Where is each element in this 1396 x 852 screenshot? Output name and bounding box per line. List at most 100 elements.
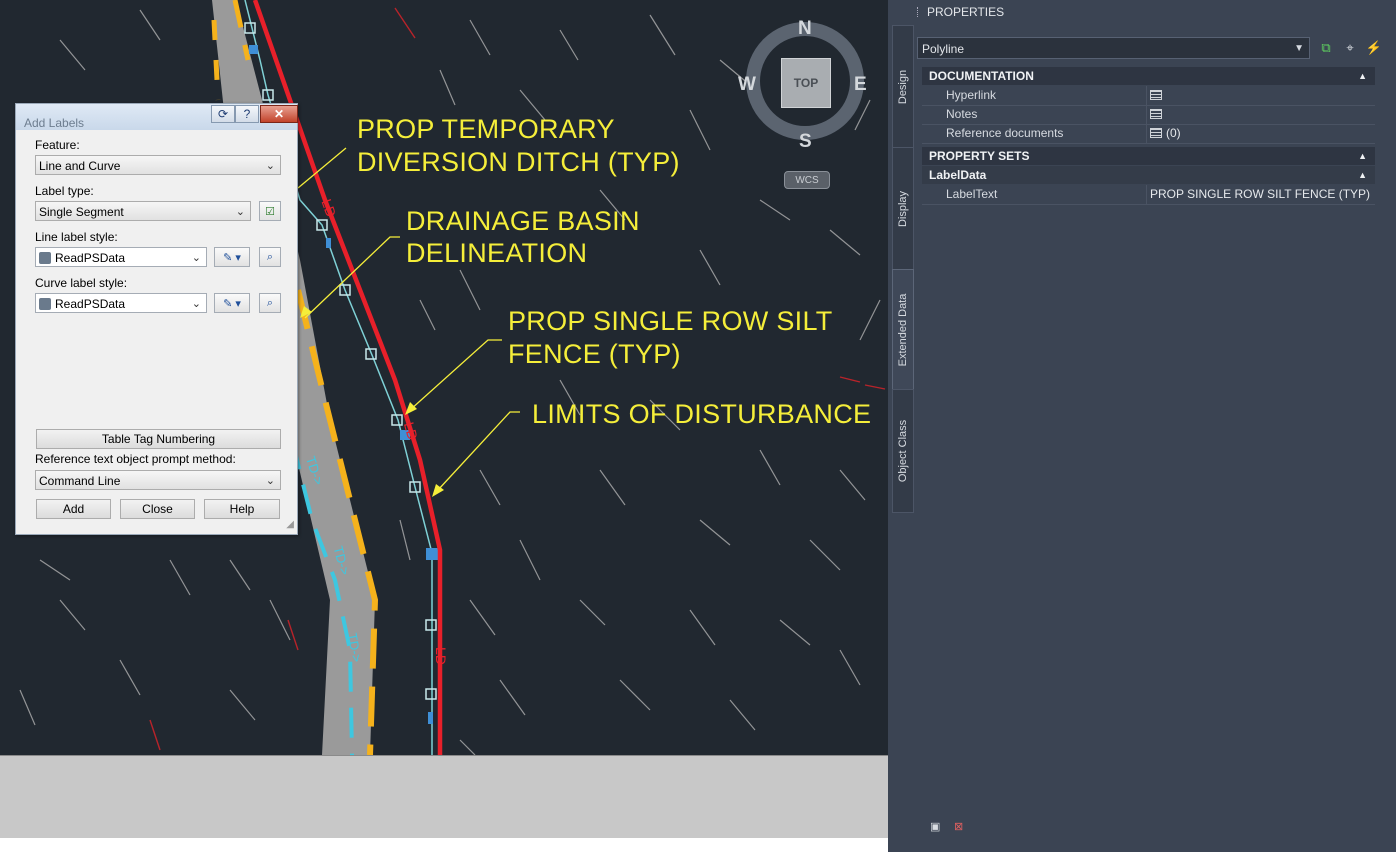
- dialog-close-button[interactable]: ✕: [260, 105, 298, 123]
- feature-select-value: Line and Curve: [39, 159, 121, 173]
- object-type-value: Polyline: [922, 42, 965, 56]
- line-style-preview-icon[interactable]: ⌕: [259, 247, 281, 267]
- dialog-body: Feature: Line and Curve ⌄ Label type: Si…: [23, 130, 294, 530]
- label-type-select[interactable]: Single Segment ⌄: [35, 201, 251, 221]
- collapse-icon: ▲: [1358, 170, 1367, 180]
- remove-property-set-icon[interactable]: ⊠: [954, 820, 968, 833]
- section-labeldata[interactable]: LabelData ▲: [922, 166, 1375, 184]
- add-property-set-icon[interactable]: ▣: [930, 820, 944, 833]
- chevron-down-icon: ⌄: [265, 475, 275, 487]
- ucs-menu[interactable]: WCS: [784, 171, 830, 189]
- dialog-title-bar[interactable]: Add Labels ⟳ ? ✕: [16, 104, 298, 130]
- dialog-title: Add Labels: [24, 116, 85, 130]
- annotation-line[interactable]: LIMITS OF DISTURBANCE: [532, 398, 871, 430]
- annotation-line[interactable]: PROP SINGLE ROW SILT: [508, 305, 833, 337]
- status-bar: [0, 838, 888, 852]
- linetype-label: LD: [432, 647, 449, 665]
- annotation-line[interactable]: DIVERSION DITCH (TYP): [357, 146, 680, 178]
- line-style-select[interactable]: ReadPSData ⌄: [35, 247, 207, 267]
- property-value[interactable]: [1146, 86, 1378, 105]
- chevron-down-icon: ⌄: [235, 206, 245, 218]
- ref-prompt-select[interactable]: Command Line ⌄: [35, 470, 281, 490]
- tab-label: Extended Data: [897, 293, 909, 367]
- compass-west[interactable]: W: [738, 74, 756, 96]
- object-type-select[interactable]: Polyline ▼: [917, 37, 1310, 59]
- section-title: PROPERTY SETS: [929, 149, 1030, 163]
- help-button[interactable]: Help: [204, 499, 280, 519]
- compass-north[interactable]: N: [798, 18, 812, 40]
- chevron-down-icon: ⌄: [265, 160, 275, 172]
- table-icon: [1150, 90, 1162, 100]
- property-name: Notes: [946, 107, 978, 121]
- annotation-line[interactable]: DRAINAGE BASIN: [406, 205, 640, 237]
- palette-title: PROPERTIES: [927, 5, 1005, 19]
- property-name: LabelText: [946, 187, 998, 201]
- collapse-icon: ▲: [1358, 151, 1367, 161]
- feature-label: Feature:: [35, 138, 80, 152]
- tab-design[interactable]: Design: [892, 25, 914, 149]
- label-type-defaults-icon[interactable]: ☑: [259, 201, 281, 221]
- tab-display[interactable]: Display: [892, 147, 914, 271]
- curve-style-preview-icon[interactable]: ⌕: [259, 293, 281, 313]
- resize-grip-icon[interactable]: ◢: [286, 519, 294, 530]
- viewcube-top-face[interactable]: TOP: [781, 58, 831, 108]
- annotation-line[interactable]: FENCE (TYP): [508, 338, 681, 370]
- viewcube[interactable]: N S E W TOP WCS: [738, 18, 872, 198]
- property-value[interactable]: [1146, 105, 1378, 124]
- drawing-canvas[interactable]: LD LD LD TD-> TD-> TD-> PROP TEMPORARY D…: [0, 0, 888, 755]
- command-line-area[interactable]: [0, 755, 888, 838]
- label-style-icon: [39, 298, 51, 310]
- property-row-labeltext[interactable]: LabelText PROP SINGLE ROW SILT FENCE (TY…: [922, 185, 1375, 205]
- ref-prompt-label: Reference text object prompt method:: [35, 452, 236, 466]
- close-button[interactable]: Close: [120, 499, 195, 519]
- dialog-help-icon[interactable]: ?: [235, 105, 259, 123]
- feature-select[interactable]: Line and Curve ⌄: [35, 155, 281, 175]
- tab-object-class[interactable]: Object Class: [892, 389, 914, 513]
- quick-select-icon[interactable]: ⚡: [1366, 40, 1382, 56]
- section-documentation[interactable]: DOCUMENTATION ▲: [922, 67, 1375, 85]
- section-property-sets[interactable]: PROPERTY SETS ▲: [922, 147, 1375, 165]
- property-value-text: (0): [1166, 126, 1181, 140]
- property-value[interactable]: (0): [1146, 124, 1378, 143]
- property-row-hyperlink[interactable]: Hyperlink: [922, 86, 1375, 106]
- property-row-reference-documents[interactable]: Reference documents (0): [922, 124, 1375, 144]
- label-type-label: Label type:: [35, 184, 94, 198]
- chevron-down-icon: ⌄: [191, 298, 201, 310]
- table-tag-numbering-button[interactable]: Table Tag Numbering: [36, 429, 281, 449]
- toggle-pickadd-icon[interactable]: ⧉: [1318, 40, 1334, 56]
- property-row-notes[interactable]: Notes: [922, 105, 1375, 125]
- collapse-icon: ▲: [1358, 71, 1367, 81]
- chevron-down-icon: ⌄: [191, 252, 201, 264]
- ref-prompt-select-value: Command Line: [39, 474, 121, 488]
- curve-style-select[interactable]: ReadPSData ⌄: [35, 293, 207, 313]
- chevron-down-icon: ▼: [1294, 43, 1304, 54]
- curve-style-label: Curve label style:: [35, 276, 128, 290]
- line-style-edit-icon[interactable]: ✎ ▾: [214, 247, 250, 267]
- line-style-select-value: ReadPSData: [55, 251, 126, 265]
- curve-style-edit-icon[interactable]: ✎ ▾: [214, 293, 250, 313]
- annotation-line[interactable]: PROP TEMPORARY: [357, 113, 615, 145]
- line-style-label: Line label style:: [35, 230, 118, 244]
- section-title: DOCUMENTATION: [929, 69, 1034, 83]
- annotation-line[interactable]: DELINEATION: [406, 237, 587, 269]
- tab-label: Design: [897, 69, 909, 105]
- section-title: LabelData: [929, 168, 987, 182]
- add-button[interactable]: Add: [36, 499, 111, 519]
- table-icon: [1150, 109, 1162, 119]
- tab-extended-data[interactable]: Extended Data: [892, 269, 914, 391]
- property-name: Hyperlink: [946, 88, 997, 102]
- properties-palette: PROPERTIES Design Display Extended Data …: [888, 0, 1396, 852]
- table-icon: [1150, 128, 1162, 138]
- add-labels-dialog: Add Labels ⟳ ? ✕ Feature: Line and Curve…: [15, 103, 298, 535]
- compass-south[interactable]: S: [799, 131, 812, 153]
- compass-east[interactable]: E: [854, 74, 867, 96]
- curve-style-select-value: ReadPSData: [55, 297, 126, 311]
- label-type-select-value: Single Segment: [39, 205, 124, 219]
- palette-grip[interactable]: [917, 7, 921, 17]
- property-value[interactable]: PROP SINGLE ROW SILT FENCE (TYP): [1146, 185, 1378, 204]
- tab-label: Object Class: [897, 419, 909, 483]
- select-objects-icon[interactable]: ⌖: [1342, 40, 1358, 56]
- label-style-icon: [39, 252, 51, 264]
- tab-label: Display: [897, 190, 909, 228]
- dialog-pick-icon[interactable]: ⟳: [211, 105, 235, 123]
